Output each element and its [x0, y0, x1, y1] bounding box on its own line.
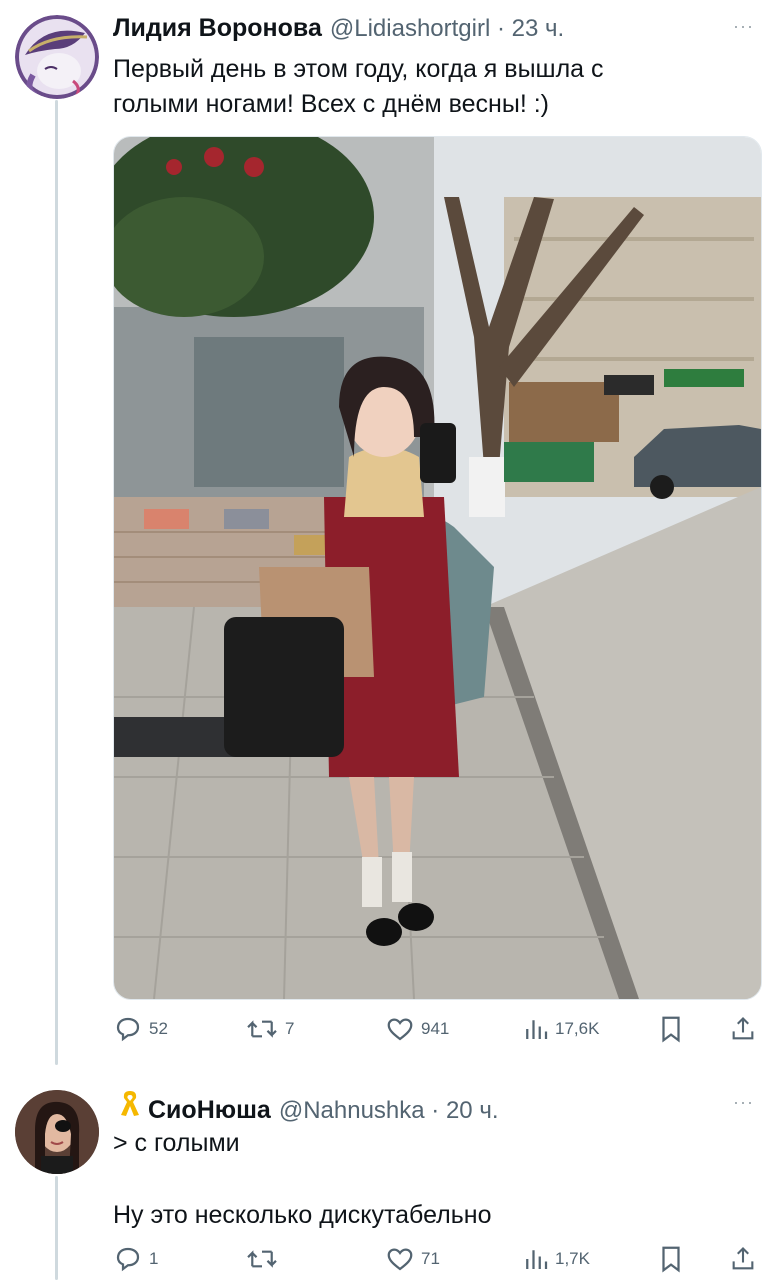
- thread-line: [55, 100, 58, 1065]
- retweet-count: 7: [285, 1019, 295, 1038]
- bookmark-icon: [662, 1016, 680, 1043]
- tweet-header: Лидия Воронова @Lidiashortgirl · 23 ч.: [113, 14, 564, 43]
- reply-count: 1: [149, 1249, 159, 1268]
- reply-button[interactable]: 1: [113, 1244, 158, 1274]
- thread-line-lower: [55, 1176, 58, 1280]
- tweet-photo[interactable]: [113, 136, 762, 1000]
- yellow-ribbon-icon: [118, 1088, 142, 1123]
- retweet-button[interactable]: 7: [245, 1014, 294, 1044]
- tweet-header: СиоНюша @Nahnushka · 20 ч.: [118, 1088, 499, 1125]
- like-count: 941: [421, 1019, 450, 1038]
- bookmark-icon: [662, 1246, 680, 1273]
- author-handle[interactable]: @Lidiashortgirl · 23 ч.: [330, 15, 564, 43]
- more-options-icon[interactable]: ···: [733, 16, 754, 37]
- reply-count: 52: [149, 1019, 168, 1038]
- author-handle[interactable]: @Nahnushka · 20 ч.: [279, 1097, 499, 1125]
- author-name[interactable]: СиоНюша: [148, 1096, 271, 1125]
- retweet-icon: [247, 1020, 277, 1038]
- tweet-text: Ну это несколько дискутабельно: [113, 1201, 492, 1229]
- views-icon: [526, 1020, 548, 1039]
- retweet-button[interactable]: [245, 1244, 285, 1274]
- tweet-text: Первый день в этом году, когда я вышла с…: [113, 52, 753, 122]
- avatar[interactable]: [15, 1090, 99, 1174]
- like-button[interactable]: 71: [385, 1244, 440, 1274]
- more-options-icon[interactable]: ···: [733, 1092, 754, 1113]
- views-button[interactable]: 17,6K: [523, 1014, 599, 1044]
- like-button[interactable]: 941: [385, 1014, 449, 1044]
- heart-icon: [387, 1018, 413, 1041]
- tweet-text-line: голыми ногами! Всех с днём весны! :): [113, 90, 549, 118]
- views-button[interactable]: 1,7K: [523, 1244, 590, 1274]
- quote-line: > с голыми: [113, 1129, 240, 1157]
- views-icon: [526, 1250, 548, 1269]
- tweet-text-line: Первый день в этом году, когда я вышла с: [113, 55, 604, 83]
- views-count: 1,7K: [555, 1249, 590, 1268]
- bookmark-button[interactable]: [658, 1244, 684, 1274]
- heart-icon: [387, 1248, 413, 1271]
- reply-icon: [116, 1247, 140, 1272]
- author-name[interactable]: Лидия Воронова: [113, 14, 322, 43]
- bookmark-button[interactable]: [658, 1014, 684, 1044]
- share-button[interactable]: [729, 1014, 757, 1044]
- share-icon: [732, 1017, 754, 1040]
- views-count: 17,6K: [555, 1019, 600, 1038]
- reply-button[interactable]: 52: [113, 1014, 168, 1044]
- retweet-icon: [247, 1250, 277, 1268]
- like-count: 71: [421, 1249, 440, 1268]
- avatar[interactable]: [15, 15, 99, 99]
- share-button[interactable]: [729, 1244, 757, 1274]
- tweet-actions: 1 71 1,7K: [113, 1242, 763, 1278]
- reply-icon: [116, 1017, 140, 1042]
- tweet-actions: 52 7 941 17,6K: [113, 1012, 763, 1048]
- share-icon: [732, 1247, 754, 1270]
